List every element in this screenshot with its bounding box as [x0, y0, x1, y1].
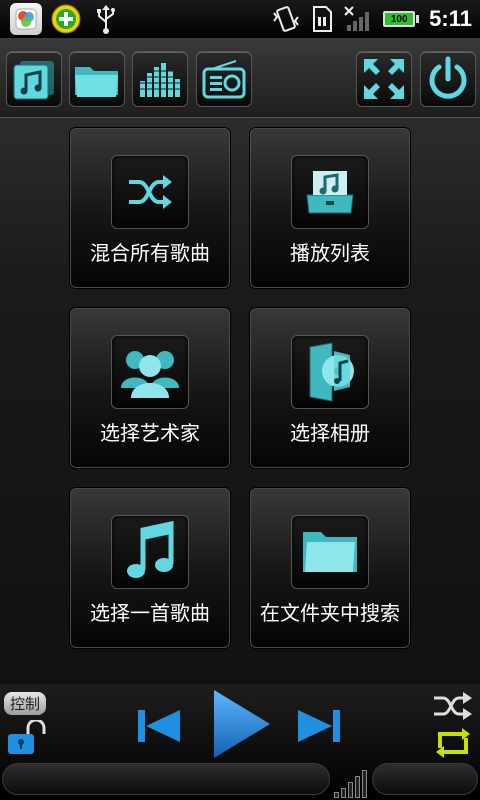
fullscreen-icon — [364, 59, 404, 99]
add-icon[interactable] — [50, 3, 82, 35]
volume-indicator — [334, 770, 367, 798]
clock: 5:11 — [429, 6, 472, 31]
power-icon — [429, 56, 467, 99]
folder-search-icon — [303, 532, 357, 572]
tile-label: 播放列表 — [290, 241, 370, 265]
tile-label: 混合所有歌曲 — [90, 241, 210, 265]
signal-icon — [344, 6, 370, 31]
select-album-tile[interactable]: 选择相册 — [250, 308, 410, 468]
status-bar: 100 5:11 — [0, 0, 480, 38]
battery-icon: 100 — [383, 11, 420, 27]
play-icon[interactable] — [210, 688, 272, 760]
shuffle-icon — [129, 175, 172, 209]
library-button[interactable] — [6, 51, 62, 107]
volume-bar[interactable] — [372, 763, 478, 795]
album-icon — [309, 342, 354, 402]
equalizer-button[interactable] — [132, 51, 188, 107]
vibrate-icon — [273, 6, 299, 32]
next-icon[interactable] — [296, 706, 342, 746]
power-button[interactable] — [420, 51, 476, 107]
usb-icon — [90, 3, 122, 35]
select-song-tile[interactable]: 选择一首歌曲 — [70, 488, 230, 648]
folder-search-tile[interactable]: 在文件夹中搜索 — [250, 488, 410, 648]
previous-icon[interactable] — [136, 706, 182, 746]
song-icon — [127, 520, 174, 578]
library-icon — [13, 61, 54, 100]
playlist-tile[interactable]: 播放列表 — [250, 128, 410, 288]
folder-icon — [75, 67, 118, 97]
artists-icon — [121, 351, 179, 398]
tile-label: 选择艺术家 — [100, 421, 200, 445]
main-menu: 混合所有歌曲 播放列表 选择艺术家 选择相册 选择一首歌曲 在文件夹中搜索 — [0, 118, 480, 684]
equalizer-icon — [138, 63, 182, 97]
tile-label: 在文件夹中搜索 — [260, 601, 400, 625]
radio-button[interactable] — [196, 51, 252, 107]
sim-icon — [313, 6, 333, 32]
radio-icon — [202, 60, 246, 99]
unlock-icon[interactable] — [6, 720, 50, 756]
shuffle-toggle-icon[interactable] — [432, 690, 474, 722]
fullscreen-button[interactable] — [356, 51, 412, 107]
repeat-icon[interactable] — [432, 728, 474, 758]
battery-level: 100 — [383, 11, 416, 27]
tile-label: 选择相册 — [290, 421, 370, 445]
shuffle-all-tile[interactable]: 混合所有歌曲 — [70, 128, 230, 288]
folders-button[interactable] — [69, 51, 125, 107]
toolbar — [0, 38, 480, 118]
seek-bar[interactable] — [2, 763, 330, 795]
playback-controls: 控制 — [0, 684, 480, 800]
control-label[interactable]: 控制 — [4, 692, 47, 715]
select-artist-tile[interactable]: 选择艺术家 — [70, 308, 230, 468]
app-store-icon[interactable] — [10, 3, 42, 35]
playlist-icon — [306, 171, 354, 214]
tile-label: 选择一首歌曲 — [90, 601, 210, 625]
